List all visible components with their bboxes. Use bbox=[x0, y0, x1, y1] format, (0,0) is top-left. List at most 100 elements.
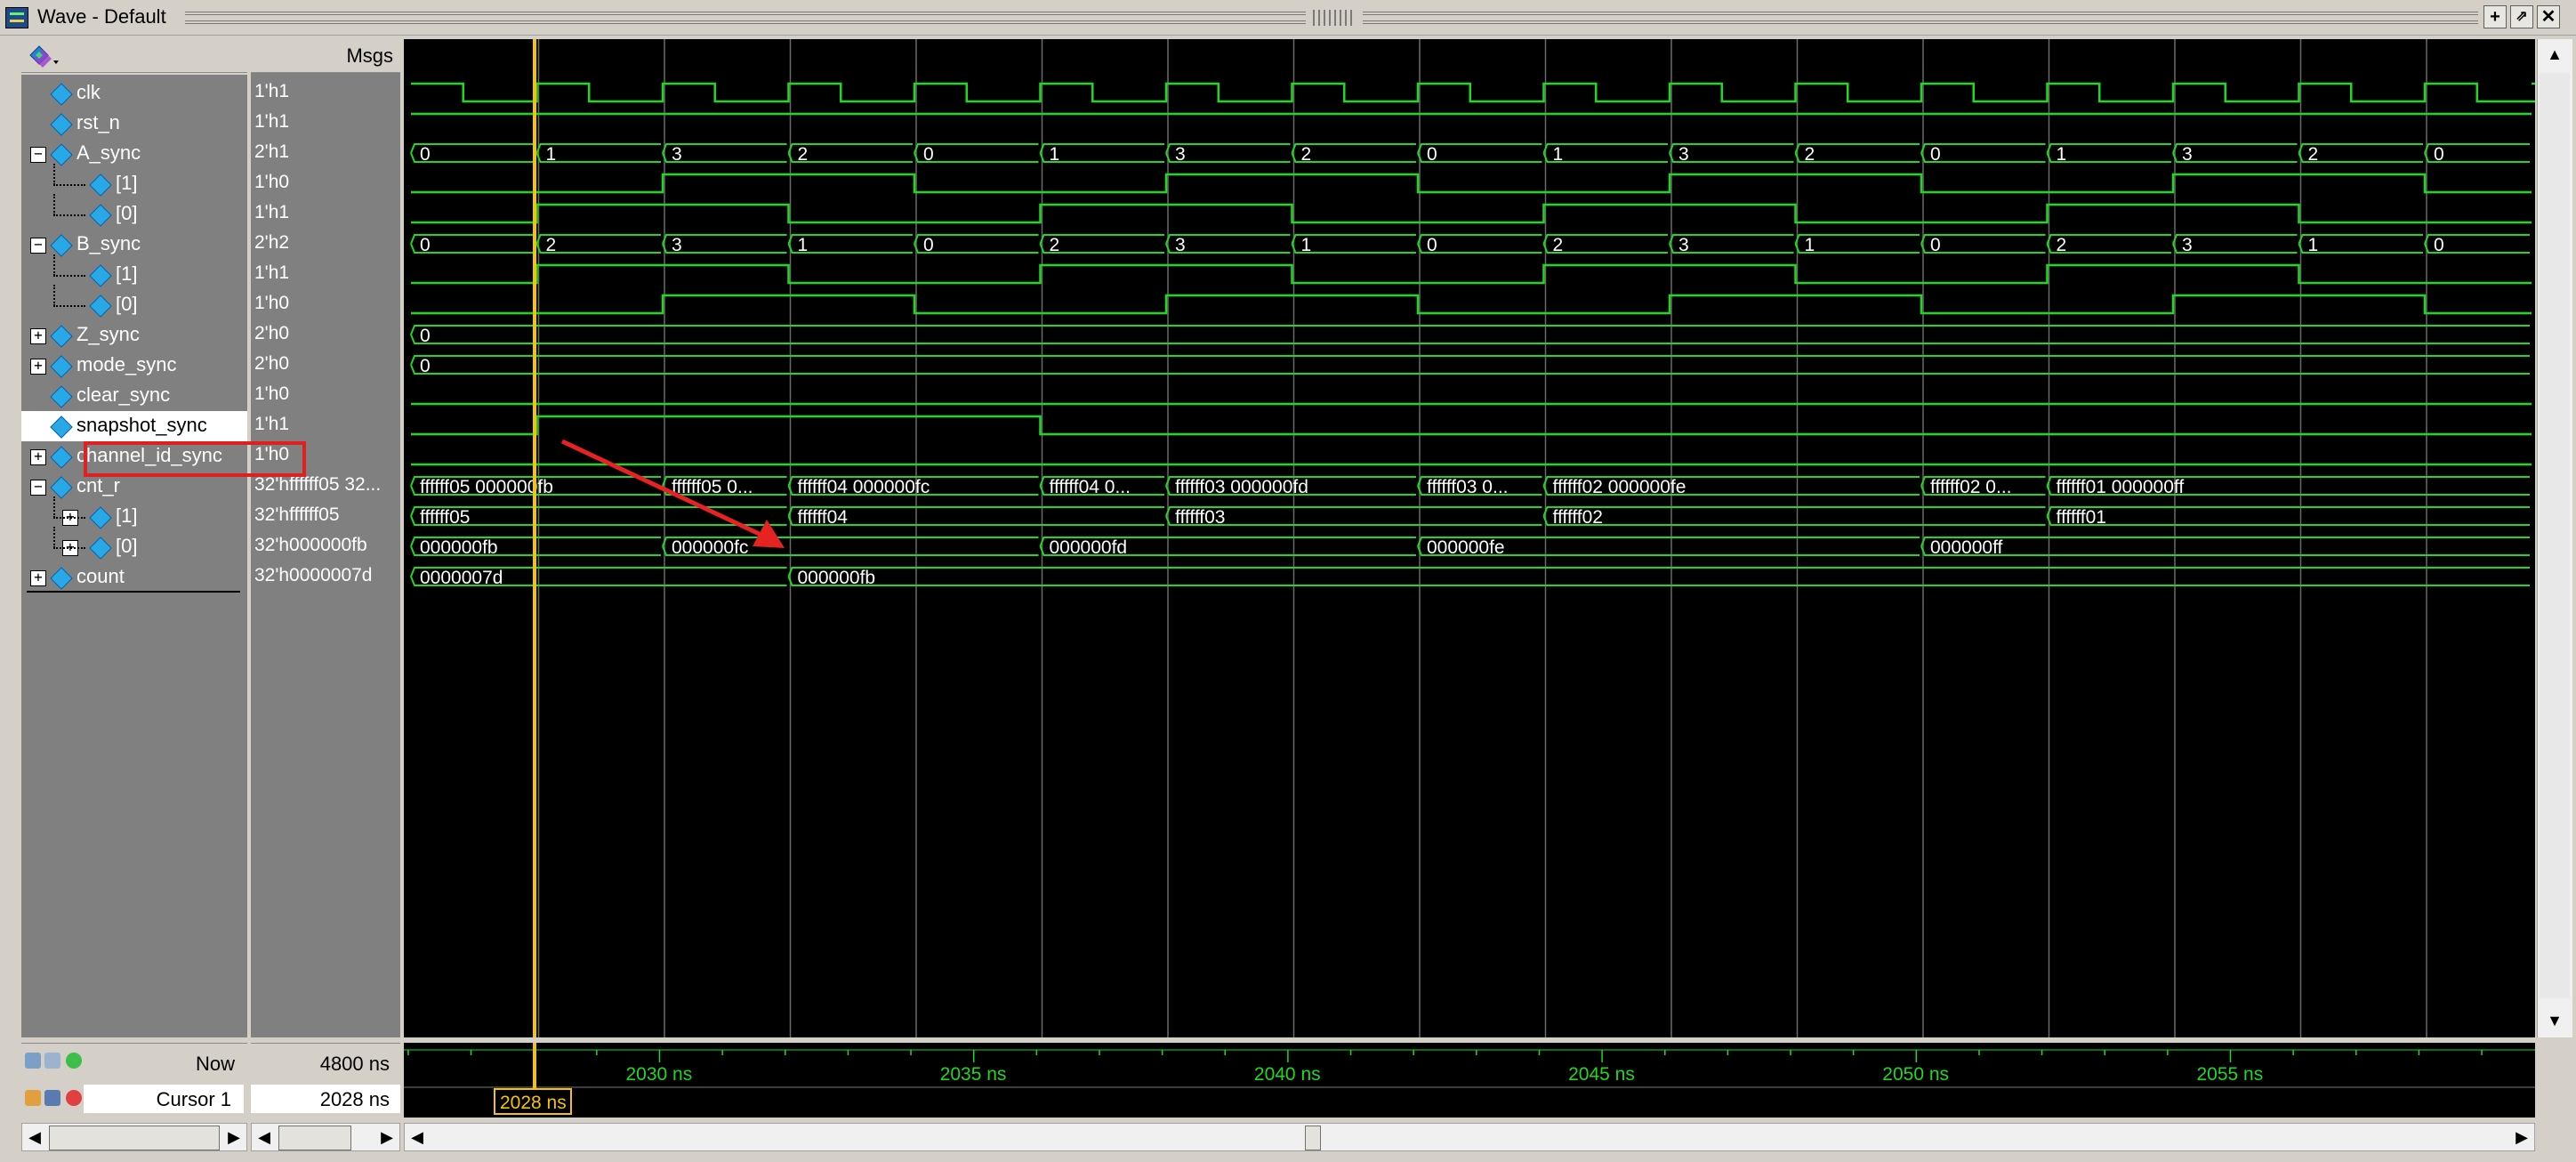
values-hscrollbar[interactable]: ◀ ▶ bbox=[251, 1123, 400, 1151]
signal-name: [0] bbox=[116, 202, 138, 224]
scroll-right-arrow[interactable]: ▶ bbox=[2509, 1124, 2534, 1150]
signal-row-mode_sync[interactable]: + mode_sync bbox=[21, 351, 247, 381]
vertical-scrollbar[interactable]: ▲ ▼ bbox=[2537, 39, 2572, 1037]
edit-cursor-icon[interactable] bbox=[44, 1090, 60, 1106]
scroll-up-arrow[interactable]: ▲ bbox=[2538, 39, 2572, 69]
window-title: Wave - Default bbox=[37, 5, 166, 28]
collapse-icon[interactable]: − bbox=[30, 238, 46, 254]
waveform-canvas[interactable]: 0 1 3 2 0 1 3 2 0 1 3 2 0 1 3 2 0 0 2 3 1 0 2 3 1 0 2 3 1 0 2 3 1 0 0 0 ffff… bbox=[404, 39, 2535, 1037]
signal-row-1[interactable]: + [1] bbox=[21, 496, 247, 532]
scroll-track[interactable] bbox=[2540, 73, 2570, 998]
waveform-scroll-thumb[interactable] bbox=[1305, 1126, 1321, 1150]
signal-row-1[interactable]: [1] bbox=[21, 164, 247, 199]
ruler-label: 2050 ns bbox=[1882, 1064, 1949, 1085]
bus-segment bbox=[1542, 506, 2046, 517]
left-border bbox=[0, 36, 21, 1162]
bus-value-label: 1 bbox=[1553, 144, 1564, 165]
signal-value-row[interactable]: 1'h0 bbox=[251, 381, 400, 411]
ruler-label: 2035 ns bbox=[940, 1064, 1007, 1085]
signal-row-Z_sync[interactable]: + Z_sync bbox=[21, 320, 247, 351]
bus-value-label: 2 bbox=[1050, 235, 1060, 255]
scroll-down-arrow[interactable]: ▼ bbox=[2538, 1005, 2572, 1036]
signal-value-row[interactable]: 2'h0 bbox=[251, 320, 400, 351]
signal-row-0[interactable]: [0] bbox=[21, 285, 247, 320]
insert-cursor-icon[interactable] bbox=[66, 1053, 82, 1069]
lock-cursor-icon[interactable] bbox=[25, 1090, 41, 1106]
undock-button[interactable]: ⇗ bbox=[2510, 5, 2533, 28]
signal-row-rst_n[interactable]: rst_n bbox=[21, 109, 247, 139]
title-bar: Wave - Default + ⇗ ✕ bbox=[0, 0, 2576, 36]
scroll-left-arrow[interactable]: ◀ bbox=[252, 1124, 277, 1150]
signal-row-clk[interactable]: clk bbox=[21, 78, 247, 109]
signal-value-row[interactable]: 32'h0000007d bbox=[251, 562, 400, 593]
bus-value-label: 3 bbox=[1175, 235, 1186, 255]
waveform-hscrollbar[interactable]: ◀ ▶ bbox=[404, 1123, 2535, 1151]
collapse-icon[interactable]: − bbox=[30, 480, 46, 496]
tree-line bbox=[53, 527, 55, 548]
signal-row-count[interactable]: + count bbox=[21, 562, 247, 593]
values-scroll-thumb[interactable] bbox=[278, 1126, 351, 1150]
expand-icon[interactable]: + bbox=[30, 328, 46, 344]
signal-name: A_sync bbox=[76, 141, 141, 164]
signal-icon bbox=[89, 295, 112, 318]
signal-name: cnt_r bbox=[76, 474, 120, 496]
title-grip-left[interactable] bbox=[185, 12, 1306, 24]
delete-cursor-icon[interactable] bbox=[66, 1090, 82, 1106]
bus-segment bbox=[787, 567, 2530, 577]
wave-options-icon[interactable] bbox=[28, 44, 59, 68]
signal-value: 1'h1 bbox=[254, 262, 290, 283]
cursor-value-field[interactable]: 2028 ns bbox=[251, 1085, 400, 1113]
signal-row-snapshot_sync[interactable]: snapshot_sync bbox=[21, 411, 247, 441]
bus-value-label: 3 bbox=[1678, 235, 1689, 255]
signal-value-row[interactable]: 32'hffffff05 bbox=[251, 502, 400, 532]
signal-value-row[interactable]: 2'h2 bbox=[251, 230, 400, 260]
bus-value-label: 0 bbox=[1427, 235, 1437, 255]
signal-row-0[interactable]: + [0] bbox=[21, 527, 247, 562]
expand-icon[interactable]: + bbox=[30, 359, 46, 375]
expand-icon[interactable]: + bbox=[30, 449, 46, 465]
add-pane-button[interactable]: + bbox=[2483, 5, 2507, 28]
cursor-toolbar-icon[interactable] bbox=[25, 1053, 41, 1069]
signal-value-row[interactable]: 32'h000000fb bbox=[251, 532, 400, 562]
signal-row-0[interactable]: [0] bbox=[21, 194, 247, 230]
bus-value-label: 0 bbox=[2434, 235, 2444, 255]
cursor-name-field[interactable]: Cursor 1 bbox=[84, 1085, 244, 1113]
signal-value-row[interactable]: 1'h1 bbox=[251, 260, 400, 290]
signal-value-row[interactable]: 1'h0 bbox=[251, 290, 400, 320]
scroll-right-arrow[interactable]: ▶ bbox=[221, 1124, 246, 1150]
title-grip-handle[interactable] bbox=[1313, 10, 1356, 26]
scroll-left-arrow[interactable]: ◀ bbox=[405, 1124, 430, 1150]
scroll-left-arrow[interactable]: ◀ bbox=[22, 1124, 47, 1150]
signal-value: 32'h0000007d bbox=[254, 565, 373, 585]
signal-value: 32'hffffff05 32... bbox=[254, 474, 382, 495]
signal-row-A_sync[interactable]: − A_sync bbox=[21, 139, 247, 169]
signal-name: B_sync bbox=[76, 232, 141, 254]
timeline-ruler-canvas[interactable]: 2030 ns 2035 ns 2040 ns 2045 ns 2050 ns 2055 … bbox=[404, 1043, 2535, 1118]
signal-value-row[interactable]: 1'h1 bbox=[251, 109, 400, 139]
bus-value-label: 0000007d bbox=[420, 568, 503, 588]
tree-line bbox=[53, 547, 85, 549]
bus-value-label: 0 bbox=[420, 144, 431, 165]
scroll-right-arrow[interactable]: ▶ bbox=[374, 1124, 399, 1150]
signal-value-row[interactable]: 2'h0 bbox=[251, 351, 400, 381]
names-header bbox=[21, 39, 247, 73]
signal-icon bbox=[89, 506, 112, 529]
signal-value-row[interactable]: 1'h0 bbox=[251, 169, 400, 199]
title-grip-right[interactable] bbox=[1363, 12, 2478, 24]
bus-segment bbox=[410, 364, 2530, 375]
signal-value-row[interactable]: 1'h1 bbox=[251, 411, 400, 441]
close-button[interactable]: ✕ bbox=[2537, 5, 2560, 28]
expand-icon[interactable]: + bbox=[30, 570, 46, 586]
add-cursor-icon[interactable] bbox=[44, 1053, 60, 1069]
bus-value-label: 1 bbox=[1805, 235, 1815, 255]
signal-row-clear_sync[interactable]: clear_sync bbox=[21, 381, 247, 411]
signal-value-row[interactable]: 1'h1 bbox=[251, 199, 400, 230]
names-hscrollbar[interactable]: ◀ ▶ bbox=[21, 1123, 247, 1151]
signal-value-row[interactable]: 2'h1 bbox=[251, 139, 400, 169]
collapse-icon[interactable]: − bbox=[30, 147, 46, 163]
signal-row-1[interactable]: [1] bbox=[21, 254, 247, 290]
signal-row-B_sync[interactable]: − B_sync bbox=[21, 230, 247, 260]
names-scroll-thumb[interactable] bbox=[49, 1126, 220, 1150]
signal-value-row[interactable]: 1'h1 bbox=[251, 78, 400, 109]
bus-value-label: ffffff01 000000ff bbox=[2057, 477, 2185, 497]
